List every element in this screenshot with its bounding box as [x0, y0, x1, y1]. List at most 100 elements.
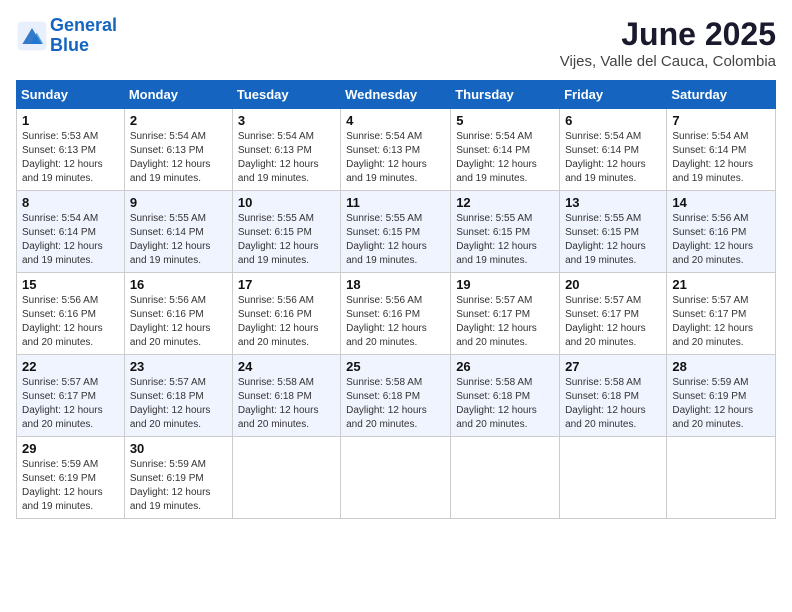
day-info: Sunrise: 5:54 AM Sunset: 6:13 PM Dayligh… — [346, 130, 445, 186]
logo-icon — [16, 20, 48, 52]
header-tuesday: Tuesday — [232, 81, 340, 109]
sunrise: Sunrise: 5:55 AM — [130, 212, 227, 226]
calendar-cell: 5 Sunrise: 5:54 AM Sunset: 6:14 PM Dayli… — [451, 109, 560, 191]
day-number: 22 — [22, 359, 119, 374]
sunrise: Sunrise: 5:56 AM — [672, 212, 770, 226]
calendar-week-1: 1 Sunrise: 5:53 AM Sunset: 6:13 PM Dayli… — [17, 109, 776, 191]
sunrise: Sunrise: 5:54 AM — [22, 212, 119, 226]
day-number: 26 — [456, 359, 554, 374]
day-info: Sunrise: 5:54 AM Sunset: 6:14 PM Dayligh… — [456, 130, 554, 186]
sunrise: Sunrise: 5:57 AM — [672, 294, 770, 308]
sunset: Sunset: 6:18 PM — [346, 390, 445, 404]
day-info: Sunrise: 5:59 AM Sunset: 6:19 PM Dayligh… — [22, 458, 119, 514]
daylight: Daylight: 12 hours and 20 minutes. — [456, 322, 554, 350]
daylight: Daylight: 12 hours and 20 minutes. — [22, 322, 119, 350]
daylight: Daylight: 12 hours and 19 minutes. — [672, 158, 770, 186]
daylight: Daylight: 12 hours and 20 minutes. — [456, 404, 554, 432]
calendar-cell: 9 Sunrise: 5:55 AM Sunset: 6:14 PM Dayli… — [124, 191, 232, 273]
day-info: Sunrise: 5:58 AM Sunset: 6:18 PM Dayligh… — [565, 376, 661, 432]
sunset: Sunset: 6:14 PM — [22, 226, 119, 240]
calendar-cell — [341, 437, 451, 519]
sunrise: Sunrise: 5:58 AM — [456, 376, 554, 390]
sunset: Sunset: 6:17 PM — [456, 308, 554, 322]
sunrise: Sunrise: 5:54 AM — [456, 130, 554, 144]
day-info: Sunrise: 5:54 AM Sunset: 6:13 PM Dayligh… — [238, 130, 335, 186]
day-info: Sunrise: 5:58 AM Sunset: 6:18 PM Dayligh… — [238, 376, 335, 432]
sunset: Sunset: 6:18 PM — [238, 390, 335, 404]
calendar-week-4: 22 Sunrise: 5:57 AM Sunset: 6:17 PM Dayl… — [17, 355, 776, 437]
calendar-cell: 25 Sunrise: 5:58 AM Sunset: 6:18 PM Dayl… — [341, 355, 451, 437]
day-info: Sunrise: 5:54 AM Sunset: 6:14 PM Dayligh… — [565, 130, 661, 186]
sunset: Sunset: 6:19 PM — [672, 390, 770, 404]
daylight: Daylight: 12 hours and 20 minutes. — [238, 404, 335, 432]
day-info: Sunrise: 5:55 AM Sunset: 6:14 PM Dayligh… — [130, 212, 227, 268]
calendar-cell: 1 Sunrise: 5:53 AM Sunset: 6:13 PM Dayli… — [17, 109, 125, 191]
header-saturday: Saturday — [667, 81, 776, 109]
daylight: Daylight: 12 hours and 20 minutes. — [130, 322, 227, 350]
calendar-cell: 23 Sunrise: 5:57 AM Sunset: 6:18 PM Dayl… — [124, 355, 232, 437]
sunset: Sunset: 6:15 PM — [238, 226, 335, 240]
calendar-cell: 4 Sunrise: 5:54 AM Sunset: 6:13 PM Dayli… — [341, 109, 451, 191]
sunrise: Sunrise: 5:59 AM — [672, 376, 770, 390]
sunset: Sunset: 6:14 PM — [565, 144, 661, 158]
day-number: 9 — [130, 195, 227, 210]
sunset: Sunset: 6:18 PM — [130, 390, 227, 404]
sunrise: Sunrise: 5:54 AM — [565, 130, 661, 144]
daylight: Daylight: 12 hours and 20 minutes. — [130, 404, 227, 432]
sunrise: Sunrise: 5:54 AM — [346, 130, 445, 144]
calendar-cell: 13 Sunrise: 5:55 AM Sunset: 6:15 PM Dayl… — [560, 191, 667, 273]
header-wednesday: Wednesday — [341, 81, 451, 109]
sunset: Sunset: 6:19 PM — [22, 472, 119, 486]
day-number: 18 — [346, 277, 445, 292]
sunrise: Sunrise: 5:55 AM — [565, 212, 661, 226]
sunset: Sunset: 6:17 PM — [672, 308, 770, 322]
header-sunday: Sunday — [17, 81, 125, 109]
daylight: Daylight: 12 hours and 19 minutes. — [130, 240, 227, 268]
daylight: Daylight: 12 hours and 19 minutes. — [22, 486, 119, 514]
calendar-cell: 14 Sunrise: 5:56 AM Sunset: 6:16 PM Dayl… — [667, 191, 776, 273]
sunrise: Sunrise: 5:54 AM — [130, 130, 227, 144]
day-number: 29 — [22, 441, 119, 456]
calendar-cell: 16 Sunrise: 5:56 AM Sunset: 6:16 PM Dayl… — [124, 273, 232, 355]
header-friday: Friday — [560, 81, 667, 109]
calendar-table: Sunday Monday Tuesday Wednesday Thursday… — [16, 80, 776, 519]
daylight: Daylight: 12 hours and 19 minutes. — [456, 158, 554, 186]
day-number: 15 — [22, 277, 119, 292]
sunset: Sunset: 6:15 PM — [565, 226, 661, 240]
sunrise: Sunrise: 5:53 AM — [22, 130, 119, 144]
sunset: Sunset: 6:13 PM — [22, 144, 119, 158]
day-info: Sunrise: 5:54 AM Sunset: 6:14 PM Dayligh… — [22, 212, 119, 268]
daylight: Daylight: 12 hours and 20 minutes. — [22, 404, 119, 432]
calendar-cell: 21 Sunrise: 5:57 AM Sunset: 6:17 PM Dayl… — [667, 273, 776, 355]
day-number: 20 — [565, 277, 661, 292]
sunset: Sunset: 6:14 PM — [672, 144, 770, 158]
daylight: Daylight: 12 hours and 19 minutes. — [22, 158, 119, 186]
day-number: 3 — [238, 113, 335, 128]
daylight: Daylight: 12 hours and 19 minutes. — [346, 158, 445, 186]
sunrise: Sunrise: 5:55 AM — [346, 212, 445, 226]
day-info: Sunrise: 5:55 AM Sunset: 6:15 PM Dayligh… — [565, 212, 661, 268]
day-number: 14 — [672, 195, 770, 210]
calendar-cell: 24 Sunrise: 5:58 AM Sunset: 6:18 PM Dayl… — [232, 355, 340, 437]
calendar-week-3: 15 Sunrise: 5:56 AM Sunset: 6:16 PM Dayl… — [17, 273, 776, 355]
sunrise: Sunrise: 5:56 AM — [130, 294, 227, 308]
calendar-week-2: 8 Sunrise: 5:54 AM Sunset: 6:14 PM Dayli… — [17, 191, 776, 273]
day-info: Sunrise: 5:56 AM Sunset: 6:16 PM Dayligh… — [130, 294, 227, 350]
sunrise: Sunrise: 5:55 AM — [238, 212, 335, 226]
day-info: Sunrise: 5:58 AM Sunset: 6:18 PM Dayligh… — [456, 376, 554, 432]
day-info: Sunrise: 5:57 AM Sunset: 6:17 PM Dayligh… — [565, 294, 661, 350]
sunset: Sunset: 6:16 PM — [22, 308, 119, 322]
daylight: Daylight: 12 hours and 20 minutes. — [346, 322, 445, 350]
daylight: Daylight: 12 hours and 19 minutes. — [22, 240, 119, 268]
day-info: Sunrise: 5:59 AM Sunset: 6:19 PM Dayligh… — [672, 376, 770, 432]
sunset: Sunset: 6:16 PM — [130, 308, 227, 322]
daylight: Daylight: 12 hours and 19 minutes. — [565, 240, 661, 268]
calendar-cell — [232, 437, 340, 519]
sunset: Sunset: 6:18 PM — [565, 390, 661, 404]
daylight: Daylight: 12 hours and 19 minutes. — [346, 240, 445, 268]
sunrise: Sunrise: 5:57 AM — [565, 294, 661, 308]
day-info: Sunrise: 5:58 AM Sunset: 6:18 PM Dayligh… — [346, 376, 445, 432]
sunrise: Sunrise: 5:58 AM — [346, 376, 445, 390]
sunrise: Sunrise: 5:59 AM — [22, 458, 119, 472]
calendar-cell: 18 Sunrise: 5:56 AM Sunset: 6:16 PM Dayl… — [341, 273, 451, 355]
